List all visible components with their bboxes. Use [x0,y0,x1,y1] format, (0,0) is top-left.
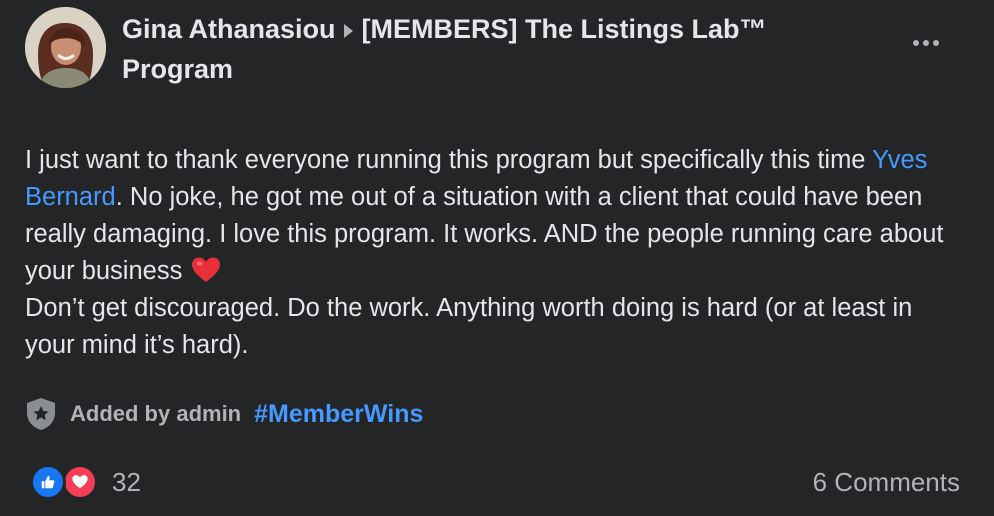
body-text-continued: . No joke, he got me out of a situation … [25,183,944,285]
admin-note: Added by admin [70,401,242,426]
dot [933,40,939,46]
hashtag-link[interactable]: #MemberWins [254,400,423,429]
reactions-summary[interactable]: 32 [30,462,141,502]
heart-emoji [192,257,221,282]
heart-glyph [72,475,88,489]
post-paragraph-1: I just want to thank everyone running th… [25,142,955,290]
author-name[interactable]: Gina Athanasiou [122,14,336,44]
post-paragraph-2: Don’t get discouraged. Do the work. Anyt… [25,294,913,359]
dot [913,40,919,46]
post-body: I just want to thank everyone running th… [25,142,955,364]
post-card: Gina Athanasiou [MEMBERS] The Listings La… [0,0,994,516]
reaction-count: 32 [112,466,141,497]
admin-row: Added by admin #MemberWins [25,394,625,434]
avatar[interactable] [25,7,106,88]
shield-icon [27,398,55,430]
dot [923,40,929,46]
love-reaction-icon [62,464,98,500]
body-text: I just want to thank everyone running th… [25,146,873,174]
thumbs-up-glyph [41,475,55,489]
like-reaction-icon [30,464,66,500]
avatar-image [25,7,106,88]
post-header: Gina Athanasiou [MEMBERS] The Listings La… [122,9,882,89]
more-options-icon[interactable] [904,31,948,55]
caret-right-icon [343,24,353,38]
comments-link[interactable]: 6 Comments [813,462,960,502]
